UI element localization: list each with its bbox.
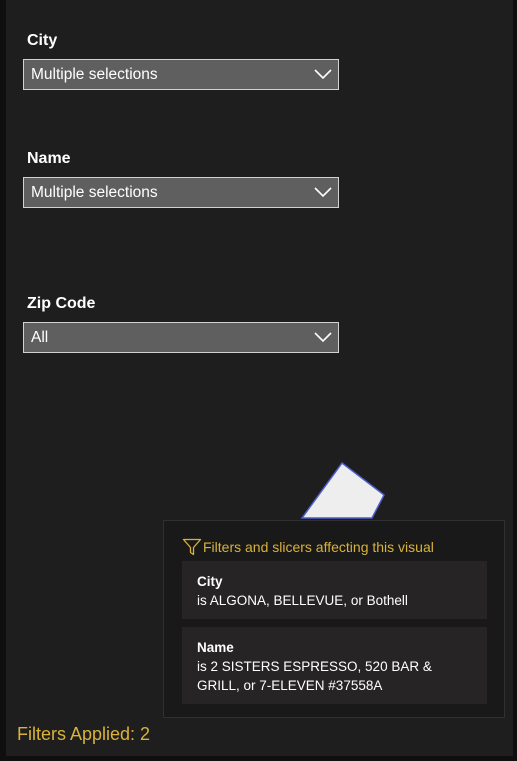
tooltip-header-text: Filters and slicers affecting this visua… — [203, 539, 434, 555]
filter-card-city: City is ALGONA, BELLEVUE, or Bothell — [182, 561, 487, 619]
filter-card-description: is ALGONA, BELLEVUE, or Bothell — [197, 593, 408, 608]
name-dropdown[interactable]: Multiple selections — [23, 177, 339, 208]
filter-pointer-shape — [300, 461, 385, 519]
zip-code-dropdown[interactable]: All — [23, 322, 339, 353]
filter-card-title: City — [197, 574, 223, 589]
chevron-down-icon — [314, 187, 332, 198]
chevron-down-icon — [314, 69, 332, 80]
filter-card-name: Name is 2 SISTERS ESPRESSO, 520 BAR & GR… — [182, 627, 487, 704]
zip-code-dropdown-value: All — [31, 329, 49, 346]
filters-tooltip: Filters and slicers affecting this visua… — [163, 520, 505, 718]
chevron-down-icon — [314, 332, 332, 343]
slicer-title-zip-code: Zip Code — [27, 295, 96, 312]
slicer-title-name: Name — [27, 150, 71, 167]
filter-card-description: is 2 SISTERS ESPRESSO, 520 BAR & GRILL, … — [197, 659, 432, 693]
city-dropdown-value: Multiple selections — [31, 66, 158, 83]
name-dropdown-value: Multiple selections — [31, 184, 158, 201]
city-dropdown[interactable]: Multiple selections — [23, 59, 339, 90]
filters-applied-indicator[interactable]: Filters Applied: 2 — [17, 724, 150, 745]
screen: City Multiple selections Name Multiple s… — [0, 0, 517, 761]
slicer-title-city: City — [27, 32, 58, 49]
filter-card-title: Name — [197, 640, 234, 655]
filter-icon — [182, 538, 202, 556]
tooltip-header: Filters and slicers affecting this visua… — [182, 537, 434, 557]
